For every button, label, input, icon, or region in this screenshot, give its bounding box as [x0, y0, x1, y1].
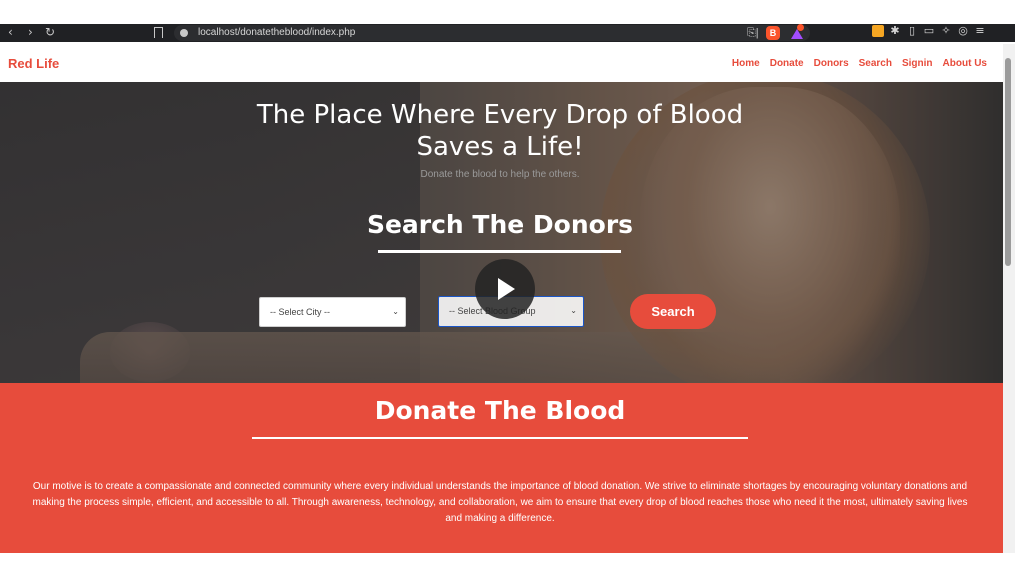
menu-icon[interactable]: ≡ — [974, 25, 986, 37]
search-button[interactable]: Search — [630, 294, 716, 329]
heading-underline — [252, 437, 748, 439]
sidebar-icon[interactable]: ▯ — [906, 25, 918, 37]
donate-heading: Donate The Blood — [374, 396, 626, 425]
play-video-button[interactable] — [475, 259, 535, 319]
forward-button[interactable]: › — [28, 25, 33, 39]
leo-icon[interactable]: ✧ — [940, 25, 952, 37]
play-icon — [498, 278, 515, 300]
back-button[interactable]: ‹ — [8, 25, 13, 39]
nav-about-us[interactable]: About Us — [943, 58, 987, 69]
brave-rewards-icon[interactable] — [790, 24, 804, 40]
hero-subtitle: Donate the blood to help the others. — [420, 169, 580, 180]
donate-section: Donate The Blood Our motive is to create… — [0, 383, 1003, 553]
wallet-icon[interactable]: ▭ — [923, 25, 935, 37]
city-select-value: -- Select City -- — [270, 307, 331, 317]
address-bar[interactable]: localhost/donatetheblood/index.php ⎘| B — [174, 24, 810, 41]
page-scrollbar[interactable] — [1003, 44, 1015, 553]
site-info-icon[interactable] — [180, 29, 188, 37]
url-text: localhost/donatetheblood/index.php — [198, 27, 356, 38]
site-navbar: Red Life Home Donate Donors Search Signi… — [0, 44, 1003, 82]
search-donors-heading: Search The Donors — [366, 210, 634, 239]
reload-button[interactable]: ↻ — [45, 25, 55, 39]
bookmark-icon[interactable] — [154, 27, 163, 38]
nav-home[interactable]: Home — [732, 58, 760, 69]
donate-description: Our motive is to create a compassionate … — [32, 481, 968, 524]
extension-icon[interactable] — [872, 25, 884, 37]
vpn-icon[interactable]: ◎ — [957, 25, 969, 37]
city-select[interactable]: -- Select City -- ⌄ — [259, 297, 406, 327]
window-top-strip — [0, 0, 1015, 24]
heading-underline — [378, 250, 621, 253]
nav-donors[interactable]: Donors — [814, 58, 849, 69]
chevron-down-icon: ⌄ — [570, 306, 577, 315]
hero-section: The Place Where Every Drop of Blood Save… — [0, 82, 1003, 383]
browser-toolbar: ‹ › ↻ localhost/donatetheblood/index.php… — [0, 24, 1015, 42]
nav-signin[interactable]: Signin — [902, 58, 933, 69]
nav-links: Home Donate Donors Search Signin About U… — [732, 58, 987, 69]
puzzle-icon[interactable]: ✱ — [889, 25, 901, 37]
hero-title: The Place Where Every Drop of Blood Save… — [256, 100, 744, 162]
chevron-down-icon: ⌄ — [392, 307, 399, 316]
nav-search[interactable]: Search — [859, 58, 892, 69]
share-icon[interactable]: ⎘| — [747, 27, 759, 40]
brand-logo[interactable]: Red Life — [8, 56, 59, 71]
window-bottom-strip — [0, 553, 1015, 569]
extension-icons: ✱ ▯ ▭ ✧ ◎ ≡ — [872, 25, 986, 37]
nav-donate[interactable]: Donate — [770, 58, 804, 69]
brave-shields-icon[interactable]: B — [766, 26, 780, 40]
scrollbar-thumb[interactable] — [1005, 58, 1011, 266]
